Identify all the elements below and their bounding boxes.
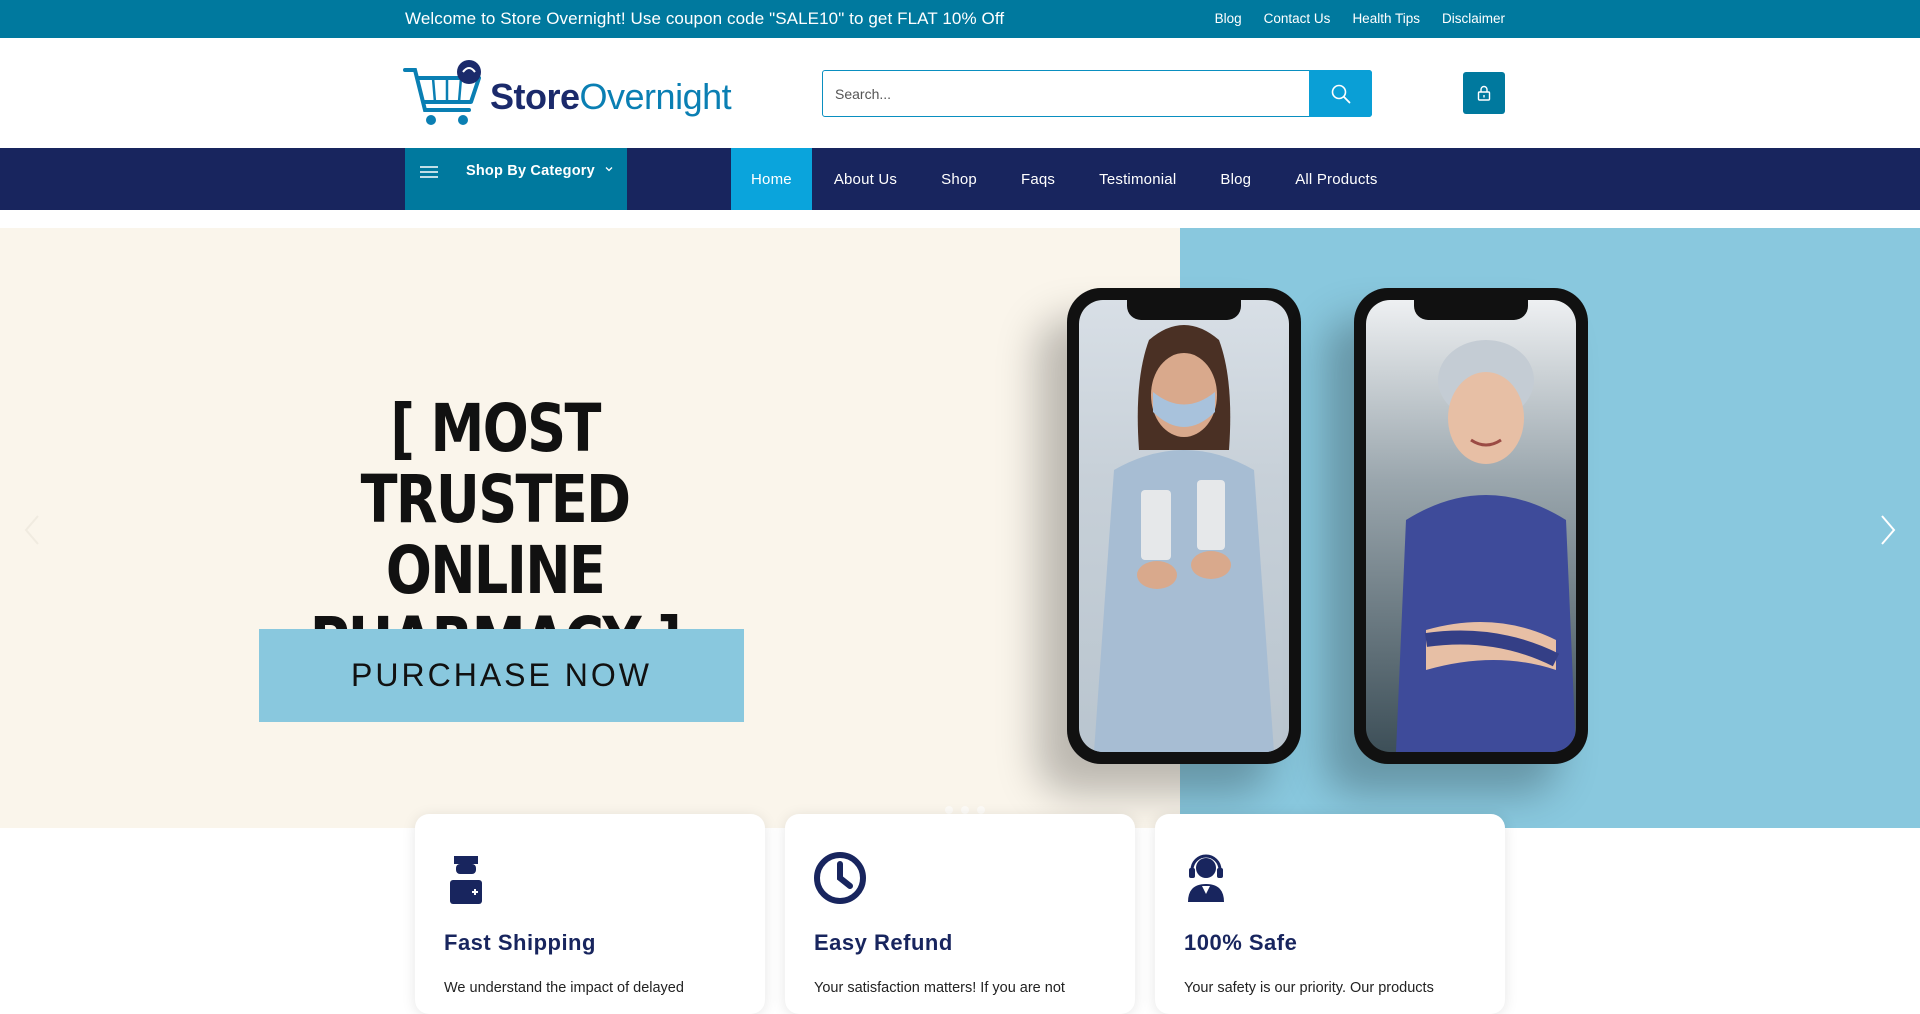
slider-dot[interactable] [945, 806, 953, 814]
feature-card-fast-shipping: Fast Shipping We understand the impact o… [415, 814, 765, 1014]
nav-item-blog[interactable]: Blog [1198, 148, 1273, 210]
support-agent-icon [1188, 854, 1224, 902]
hero-phone-image-patient [1067, 288, 1301, 764]
site-logo[interactable]: StoreOvernight [403, 60, 733, 126]
welcome-message: Welcome to Store Overnight! Use coupon c… [405, 9, 1005, 28]
feature-description: Your safety is our priority. Our product… [1184, 980, 1434, 996]
nav-item-shop[interactable]: Shop [919, 148, 999, 210]
slider-dots [945, 806, 985, 814]
lock-icon [1477, 85, 1491, 101]
slider-dot[interactable] [961, 806, 969, 814]
feature-title: Fast Shipping [444, 930, 596, 955]
nav-item-about-us[interactable]: About Us [812, 148, 919, 210]
feature-description: Your satisfaction matters! If you are no… [814, 980, 1065, 996]
nav-item-home[interactable]: Home [731, 148, 812, 210]
main-navigation: Shop By Category Home About Us Shop Faqs… [0, 148, 1920, 210]
clock-icon [814, 852, 866, 904]
nav-item-testimonial[interactable]: Testimonial [1077, 148, 1198, 210]
nav-menu: Home About Us Shop Faqs Testimonial Blog… [731, 148, 1400, 210]
site-header: StoreOvernight [0, 38, 1920, 148]
top-link-contact-us[interactable]: Contact Us [1264, 11, 1331, 26]
feature-description: We understand the impact of delayed [444, 980, 684, 996]
search-button[interactable] [1309, 70, 1372, 117]
top-announcement-bar: Welcome to Store Overnight! Use coupon c… [0, 0, 1920, 38]
doctor-icon [450, 856, 482, 904]
hamburger-icon [420, 166, 438, 178]
logo-text: StoreOvernight [490, 76, 732, 117]
nurse-image [1396, 340, 1576, 752]
cart-logo-icon [403, 60, 481, 125]
slider-dot[interactable] [977, 806, 985, 814]
shop-by-category-button[interactable]: Shop By Category [405, 148, 627, 210]
purchase-now-button[interactable]: PURCHASE NOW [259, 629, 744, 722]
feature-title: 100% Safe [1184, 930, 1298, 955]
search-bar [822, 70, 1372, 117]
feature-title: Easy Refund [814, 930, 953, 955]
shop-by-category-label: Shop By Category [466, 163, 595, 179]
search-input[interactable] [823, 71, 1310, 116]
top-links: Blog Contact Us Health Tips Disclaimer [1215, 11, 1505, 26]
account-button[interactable] [1463, 72, 1505, 114]
feature-card-easy-refund: Easy Refund Your satisfaction matters! I… [785, 814, 1135, 1014]
top-link-disclaimer[interactable]: Disclaimer [1442, 11, 1505, 26]
hero-slider: [ MOST TRUSTED ONLINE PHARMACY ] PURCHAS… [0, 228, 1920, 828]
nav-item-faqs[interactable]: Faqs [999, 148, 1077, 210]
hero-phone-image-doctor [1354, 288, 1588, 764]
chevron-down-icon [605, 167, 613, 172]
top-link-blog[interactable]: Blog [1215, 11, 1242, 26]
top-link-health-tips[interactable]: Health Tips [1352, 11, 1420, 26]
woman-with-mask-image [1094, 325, 1274, 752]
slider-next-arrow-icon[interactable] [1878, 513, 1898, 547]
search-icon [1331, 84, 1350, 103]
slider-prev-arrow-icon[interactable] [22, 513, 42, 547]
nav-item-all-products[interactable]: All Products [1273, 148, 1399, 210]
feature-card-100-safe: 100% Safe Your safety is our priority. O… [1155, 814, 1505, 1014]
